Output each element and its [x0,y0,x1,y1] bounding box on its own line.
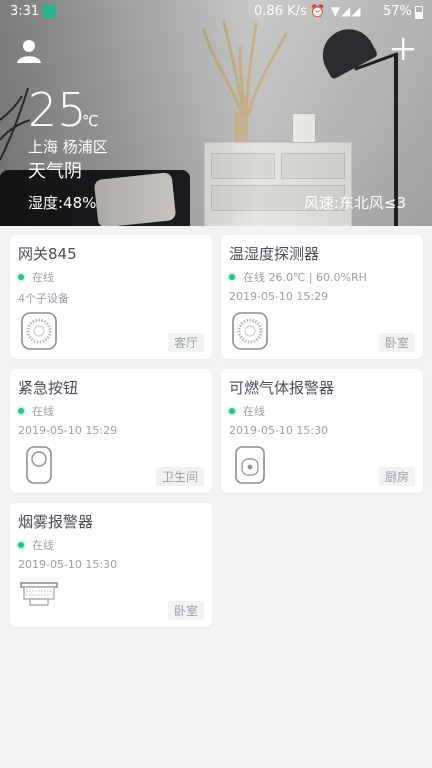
network-speed: 0.86 K/s [254,4,307,19]
online-dot-icon [18,408,24,414]
status-time: 3:31 [10,4,40,19]
device-name: 紧急按钮 [18,379,79,397]
device-name: 可燃气体报警器 [229,379,335,397]
device-card-gateway[interactable]: 网关845 在线 4个子设备 客厅 [10,235,212,359]
room-tag: 厨房 [378,467,415,486]
room-tag: 卧室 [167,601,204,620]
battery-level: 57% [383,4,412,19]
online-dot-icon [18,274,24,280]
sensor-icon [232,312,268,350]
battery-icon [415,6,423,19]
device-name: 烟雾报警器 [18,513,94,531]
emergency-button-icon [26,446,52,484]
system-icons: ⏰ ▼◢◢ [310,4,362,18]
temperature: 25 [28,83,87,137]
device-sub: 4个子设备 [18,292,69,305]
user-icon[interactable] [16,38,42,64]
gateway-icon [21,312,57,350]
online-dot-icon [229,274,235,280]
smoke-alarm-icon [20,582,58,606]
device-name: 网关845 [18,245,77,263]
device-reading: 26.0℃ | 60.0%RH [268,271,367,284]
device-status: 在线 [18,537,54,553]
device-card-emergency-button[interactable]: 紧急按钮 在线 2019-05-10 15:29 卫生间 [10,369,212,493]
weather-condition: 天气阴 [28,161,82,182]
room-tag: 客厅 [167,333,204,352]
device-timestamp: 2019-05-10 15:29 [18,424,118,437]
device-timestamp: 2019-05-10 15:29 [229,290,329,303]
room-tag: 卫生间 [155,467,204,486]
online-dot-icon [229,408,235,414]
plus-icon[interactable] [390,36,416,62]
location: 上海 杨浦区 [28,138,108,156]
gas-alarm-icon [235,446,265,484]
device-status: 在线 [229,403,265,419]
device-card-gas-alarm[interactable]: 可燃气体报警器 在线 2019-05-10 15:30 厨房 [221,369,423,493]
device-status: 在线 [18,403,54,419]
device-name: 温湿度探测器 [229,245,320,263]
online-dot-icon [18,542,24,548]
status-bar: 3:31 0.86 K/s ⏰ ▼◢◢ 57% [0,0,432,24]
device-card-thermo-hygrometer[interactable]: 温湿度探测器 在线 26.0℃ | 60.0%RH 2019-05-10 15:… [221,235,423,359]
device-status: 在线 26.0℃ | 60.0%RH [229,269,367,285]
device-status: 在线 [18,269,54,285]
device-timestamp: 2019-05-10 15:30 [18,558,118,571]
wind-speed: 风速:东北风≤3 [303,194,406,212]
notification-app-icon [42,4,56,18]
temperature-unit: ℃ [82,112,99,130]
device-card-smoke-alarm[interactable]: 烟雾报警器 在线 2019-05-10 15:30 卧室 [10,503,212,627]
humidity: 湿度:48% [28,194,97,212]
device-timestamp: 2019-05-10 15:30 [229,424,329,437]
room-tag: 卧室 [378,333,415,352]
